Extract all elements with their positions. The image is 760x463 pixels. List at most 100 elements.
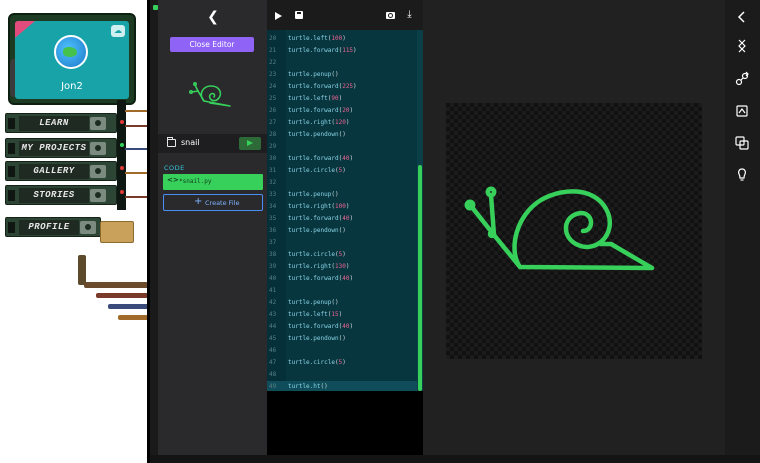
hint-icon[interactable] [734,167,750,183]
line-number: 23 [269,71,277,78]
share-icon[interactable] [734,71,750,87]
code-text: turtle.left(15) [288,311,343,318]
nav-label-gallery[interactable]: GALLERY [19,164,89,179]
line-number: 37 [269,239,277,246]
code-line[interactable]: 39 turtle.right(130) [267,261,417,273]
code-file-icon: <> [167,176,179,184]
code-text: turtle.right(100) [288,203,350,210]
create-file-button[interactable]: + Create File [163,194,263,211]
project-sidebar: ❮ Close Editor snail CODE <> *snail.py +… [158,0,267,455]
board-chip [8,190,15,201]
device-navigation: ☁ Jon2 LEARN MY PROJECTS GALLERY STORIES [0,0,150,463]
nav-label-learn[interactable]: LEARN [19,116,89,131]
chevron-left-icon[interactable] [734,9,750,25]
code-line[interactable]: 27 turtle.right(120) [267,117,417,129]
code-line[interactable]: 38 turtle.circle(5) [267,249,417,261]
snail-thumbnail-icon [188,81,231,107]
code-line[interactable]: 40 turtle.forward(40) [267,273,417,285]
code-text: turtle.pendown() [288,131,346,138]
wire [125,172,149,174]
project-thumbnail[interactable] [168,61,258,129]
code-line[interactable]: 46 [267,345,417,357]
board-button[interactable] [80,221,96,234]
board-chip [8,222,15,233]
nav-label-profile[interactable]: PROFILE [19,220,79,235]
app-root: ☁ Jon2 LEARN MY PROJECTS GALLERY STORIES [0,0,760,463]
editor-toolbar: ⤓ [267,0,423,30]
nav-label-my-projects[interactable]: MY PROJECTS [19,141,89,156]
play-icon[interactable] [275,12,282,20]
file-item[interactable]: <> *snail.py [163,174,263,190]
folder-icon [167,137,176,147]
lcd-screen[interactable]: ☁ Jon2 [15,21,129,99]
nav-label-stories[interactable]: STORIES [19,188,89,203]
code-line[interactable]: 34 turtle.right(100) [267,201,417,213]
code-line[interactable]: 37 [267,237,417,249]
code-line[interactable]: 23 turtle.penup() [267,69,417,81]
code-line[interactable]: 21 turtle.forward(115) [267,45,417,57]
cable [84,282,150,288]
code-editor: ⤓ 20 turtle.left(100) 21 turtle.forward(115… [267,0,423,455]
board-button[interactable] [90,142,106,155]
code-line[interactable]: 35 turtle.forward(40) [267,213,417,225]
nav-board-profile[interactable]: PROFILE [5,217,101,237]
right-toolbar [725,0,760,455]
project-name: snail [181,138,200,147]
nav-board-stories[interactable]: STORIES [5,185,117,205]
remix-icon[interactable] [734,38,750,54]
line-number: 31 [269,167,277,174]
board-button[interactable] [90,189,106,202]
line-number: 44 [269,323,277,330]
nav-board-learn[interactable]: LEARN [5,113,117,133]
publish-icon[interactable] [734,103,750,119]
code-line[interactable]: 48 [267,369,417,381]
code-line[interactable]: 29 [267,141,417,153]
line-number: 30 [269,155,277,162]
plus-icon: + [194,196,203,207]
code-line[interactable]: 33 turtle.penup() [267,189,417,201]
wire [125,196,149,198]
code-line[interactable]: 26 turtle.forward(20) [267,105,417,117]
code-line[interactable]: 47 turtle.circle(5) [267,357,417,369]
cable [78,255,86,285]
code-text-area[interactable]: 20 turtle.left(100) 21 turtle.forward(115) 2… [267,30,423,391]
line-number: 47 [269,359,277,366]
code-line[interactable]: 32 [267,177,417,189]
line-number: 25 [269,95,277,102]
code-line[interactable]: 28 turtle.pendown() [267,129,417,141]
code-line[interactable]: 41 [267,285,417,297]
nav-board-gallery[interactable]: GALLERY [5,161,117,181]
code-line[interactable]: 36 turtle.pendown() [267,225,417,237]
project-row[interactable]: snail [158,134,267,153]
close-editor-button[interactable]: Close Editor [170,37,254,52]
code-line[interactable]: 22 [267,57,417,69]
line-number: 49 [269,383,277,390]
code-line[interactable]: 43 turtle.left(15) [267,309,417,321]
avatar-globe [54,35,88,69]
line-number: 41 [269,287,277,294]
cloud-badge-icon: ☁ [111,25,125,37]
code-text: turtle.pendown() [288,335,346,342]
download-icon[interactable]: ⤓ [405,9,414,20]
code-line[interactable]: 25 turtle.left(90) [267,93,417,105]
code-line[interactable]: 45 turtle.pendown() [267,333,417,345]
board-button[interactable] [90,165,106,178]
camera-icon[interactable] [386,12,395,19]
cable [118,315,150,320]
code-line[interactable]: 24 turtle.forward(225) [267,81,417,93]
code-line[interactable]: 44 turtle.forward(40) [267,321,417,333]
duplicate-icon[interactable] [734,135,750,151]
code-line[interactable]: 49 turtle.ht() [267,381,417,391]
editor-scrollbar-thumb[interactable] [418,165,422,391]
code-line[interactable]: 30 turtle.forward(40) [267,153,417,165]
board-button[interactable] [90,117,106,130]
back-icon[interactable]: ❮ [204,8,222,26]
lcd-corner-flag [15,21,41,43]
run-project-button[interactable] [239,137,261,150]
nav-board-my-projects[interactable]: MY PROJECTS [5,138,117,158]
code-line[interactable]: 42 turtle.penup() [267,297,417,309]
save-icon[interactable] [295,11,303,19]
line-number: 38 [269,251,277,258]
code-line[interactable]: 20 turtle.left(100) [267,33,417,45]
code-line[interactable]: 31 turtle.circle(5) [267,165,417,177]
